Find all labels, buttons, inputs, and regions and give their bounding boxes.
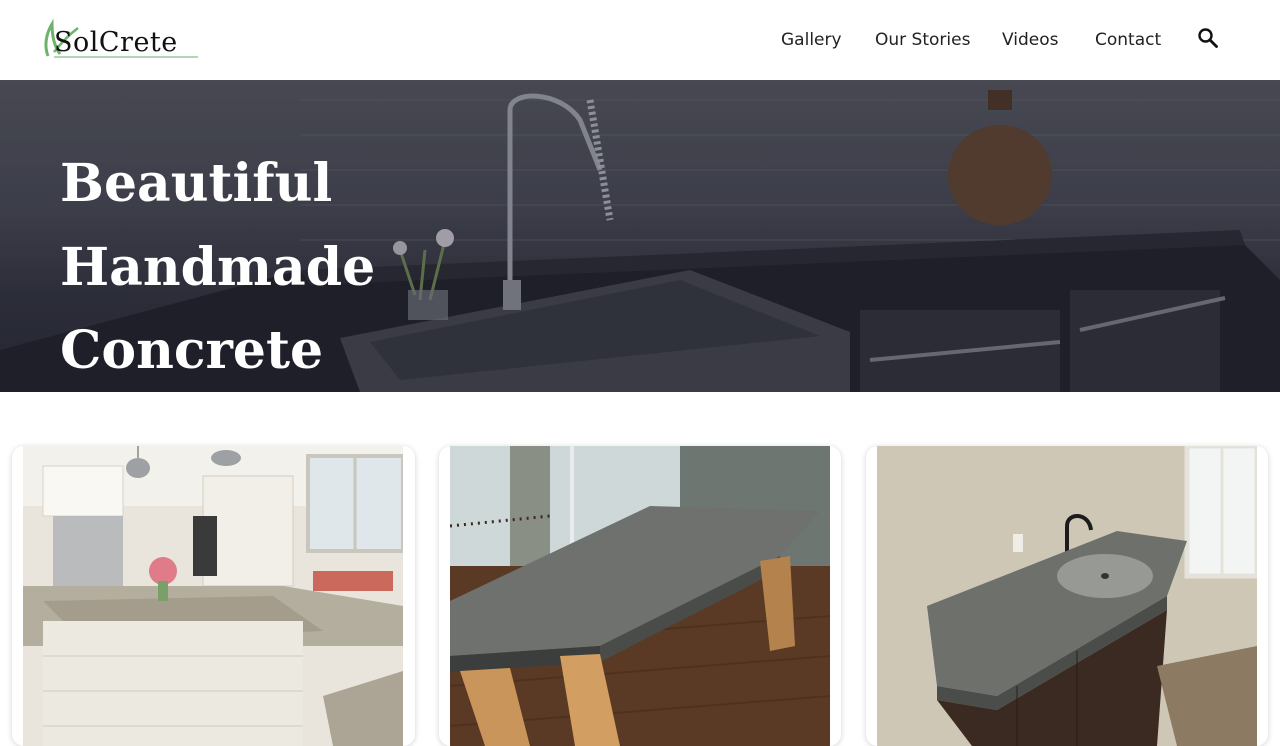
concrete-table-image <box>450 446 830 746</box>
logo-text: SolCrete <box>54 27 178 58</box>
site-logo[interactable]: SolCrete <box>40 16 202 62</box>
gallery-card-kitchen[interactable] <box>12 446 415 746</box>
nav-contact[interactable]: Contact <box>1095 28 1161 52</box>
hero-banner: Beautiful Handmade Concrete <box>0 80 1280 392</box>
gallery-card-vanity[interactable] <box>866 446 1268 746</box>
hero-title-line-2: Handmade <box>60 237 376 298</box>
site-header: SolCrete Gallery Our Stories Videos Cont… <box>0 0 1280 80</box>
kitchen-island-image <box>23 446 403 746</box>
gallery-card-table[interactable] <box>439 446 841 746</box>
nav-gallery[interactable]: Gallery <box>781 28 842 52</box>
search-icon[interactable] <box>1197 27 1219 49</box>
hero-title-line-1: Beautiful <box>60 153 333 214</box>
nav-our-stories[interactable]: Our Stories <box>875 28 970 52</box>
vanity-sink-image <box>877 446 1257 746</box>
hero-title-line-3: Concrete <box>60 320 324 381</box>
nav-videos[interactable]: Videos <box>1002 28 1059 52</box>
